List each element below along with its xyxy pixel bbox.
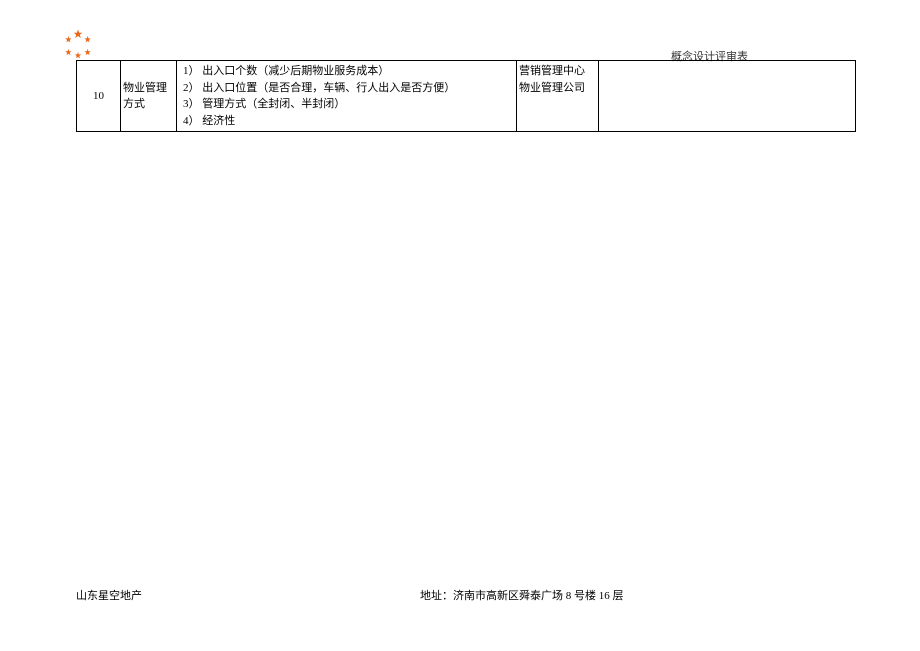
- table-row: 10 物业管理 方式 1） 出入口个数（减少后期物业服务成本） 2） 出入口位置…: [77, 61, 856, 132]
- content-list-item: 2） 出入口位置（是否合理，车辆、行人出入是否方便）: [183, 80, 512, 97]
- content-list-item: 4） 经济性: [183, 113, 512, 130]
- row-topic-cell: 物业管理 方式: [121, 61, 177, 132]
- footer-address: 地址：济南市高新区舜泰广场 8 号楼 16 层: [420, 587, 624, 603]
- review-table: 10 物业管理 方式 1） 出入口个数（减少后期物业服务成本） 2） 出入口位置…: [76, 60, 856, 132]
- topic-text-line: 物业管理: [123, 80, 172, 97]
- content-list-item: 3） 管理方式（全封闭、半封闭）: [183, 96, 512, 113]
- content-list-item: 1） 出入口个数（减少后期物业服务成本）: [183, 63, 512, 80]
- row-content-cell: 1） 出入口个数（减少后期物业服务成本） 2） 出入口位置（是否合理，车辆、行人…: [177, 61, 517, 132]
- company-logo-icon: [62, 28, 94, 60]
- row-empty-cell: [599, 61, 856, 132]
- dept-text-line: 营销管理中心: [519, 63, 594, 80]
- row-number-cell: 10: [77, 61, 121, 132]
- row-department-cell: 营销管理中心 物业管理公司: [517, 61, 599, 132]
- topic-text-line: 方式: [123, 96, 172, 113]
- footer-company-name: 山东星空地产: [76, 587, 142, 603]
- dept-text-line: 物业管理公司: [519, 80, 594, 97]
